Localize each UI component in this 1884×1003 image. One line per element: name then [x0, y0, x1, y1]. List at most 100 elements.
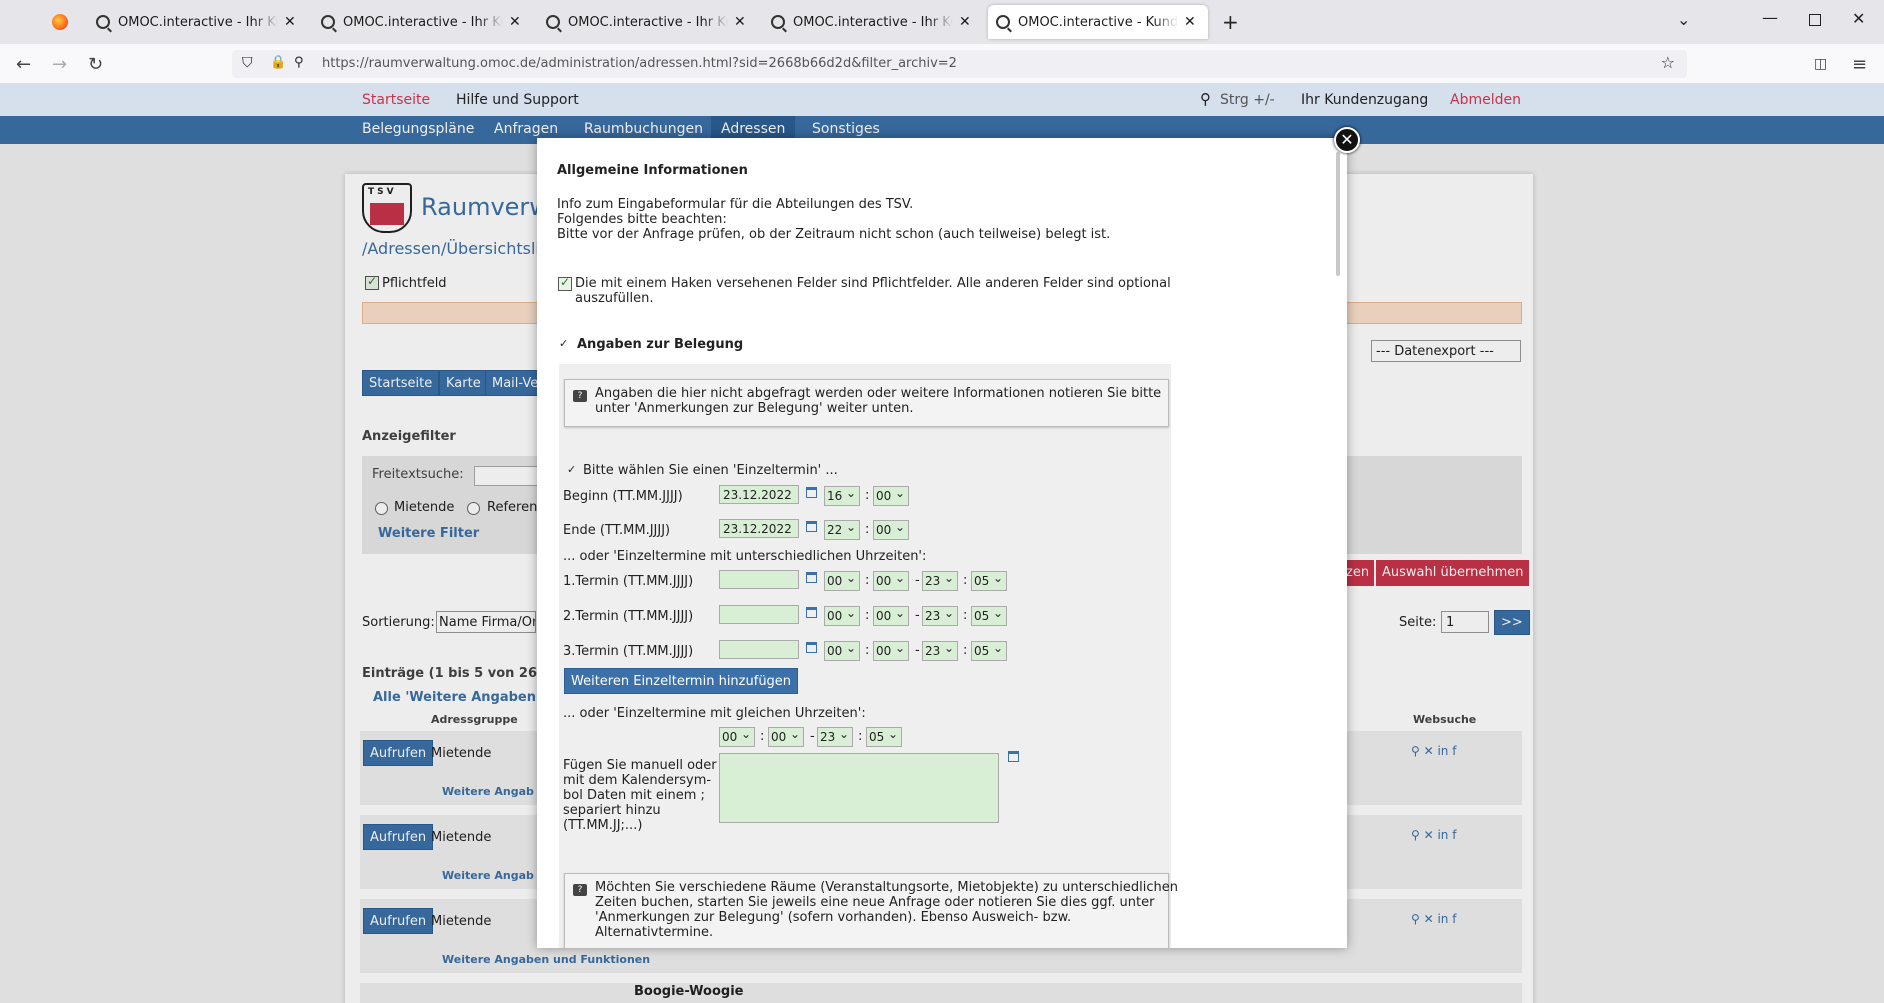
term-hour-to[interactable]: 23: [922, 606, 958, 626]
begin-date-input[interactable]: 23.12.2022: [719, 485, 799, 504]
begin-label: Beginn (TT.MM.JJJJ): [563, 489, 683, 504]
term-date-input[interactable]: [719, 570, 799, 589]
time-colon: :: [865, 522, 870, 537]
new-tab-icon[interactable]: +: [1222, 10, 1239, 34]
time-colon: :: [963, 643, 968, 658]
time-colon: :: [963, 573, 968, 588]
range-dash: -: [915, 608, 920, 623]
url-bar[interactable]: ⛉ 🔒 ⚲ https://raumverwaltung.omoc.de/adm…: [232, 50, 1687, 78]
tab-title: OMOC.interactive - Kundenzugang: [1018, 14, 1178, 30]
term-label: 2.Termin (TT.MM.JJJJ): [563, 609, 694, 624]
info-line: Bitte vor der Anfrage prüfen, ob der Zei…: [557, 227, 1111, 242]
begin-minute-select[interactable]: 00: [873, 486, 909, 506]
term-minute-to[interactable]: 05: [971, 571, 1007, 591]
site-top-bar: Startseite Hilfe und Support ⚲ Strg +/- …: [0, 84, 1884, 116]
term-label: 1.Termin (TT.MM.JJJJ): [563, 574, 694, 589]
search-icon[interactable]: ⚲: [1200, 90, 1211, 108]
pocket-icon[interactable]: ◫: [1814, 56, 1827, 72]
hint-text: Alternativtermine.: [595, 925, 714, 940]
info-line: Info zum Eingabeformular für die Abteilu…: [557, 197, 914, 212]
required-checkbox-icon: [558, 275, 572, 291]
lock-icon[interactable]: 🔒: [270, 55, 286, 70]
maximize-icon[interactable]: [1809, 14, 1821, 26]
browser-tab[interactable]: OMOC.interactive - Ihr Kundenzugang ✕: [321, 5, 521, 39]
manual-label: bol Daten mit einem ;: [563, 788, 705, 803]
end-hour-select[interactable]: 22: [824, 520, 860, 540]
end-date-input[interactable]: 23.12.2022: [719, 519, 799, 538]
shield-icon[interactable]: ⛉: [242, 55, 253, 71]
same-heading: ... oder 'Einzeltermine mit gleichen Uhr…: [563, 706, 866, 721]
tab-title: OMOC.interactive - Ihr Kundenzugang: [343, 14, 503, 30]
section-heading[interactable]: Angaben zur Belegung: [577, 337, 743, 352]
same-minute-to[interactable]: 05: [866, 727, 902, 747]
modal-heading: Allgemeine Informationen: [557, 163, 748, 178]
dates-textarea[interactable]: [719, 753, 999, 823]
hint-text: Möchten Sie verschiedene Räume (Veransta…: [595, 880, 1178, 895]
tab-list-icon[interactable]: ⌄: [1677, 10, 1690, 29]
browser-tab[interactable]: OMOC.interactive - Ihr Kundenzugang ✕: [771, 5, 971, 39]
menu-icon[interactable]: ≡: [1852, 54, 1867, 75]
term-minute-to[interactable]: 05: [971, 606, 1007, 626]
begin-hour-select[interactable]: 16: [824, 486, 860, 506]
modal-close-button[interactable]: ✕: [1334, 127, 1360, 153]
hint-box: ? Angaben die hier nicht abgefragt werde…: [564, 379, 1169, 427]
account-link[interactable]: Ihr Kundenzugang: [1301, 92, 1428, 108]
calendar-icon[interactable]: [806, 521, 817, 532]
calendar-icon[interactable]: [806, 642, 817, 653]
tab-title: OMOC.interactive - Ihr Kundenzugang: [118, 14, 278, 30]
zoom-hint: Strg +/-: [1220, 92, 1275, 108]
calendar-icon[interactable]: [806, 607, 817, 618]
topbar-help-link[interactable]: Hilfe und Support: [456, 92, 579, 108]
tab-close-icon[interactable]: ✕: [509, 14, 521, 30]
range-dash: -: [915, 573, 920, 588]
add-term-button[interactable]: Weiteren Einzeltermin hinzufügen: [564, 668, 799, 694]
browser-tab-active[interactable]: OMOC.interactive - Kundenzugang ✕: [988, 5, 1208, 39]
calendar-icon[interactable]: [806, 572, 817, 583]
time-colon: :: [865, 643, 870, 658]
time-colon: :: [963, 608, 968, 623]
term-hour-from[interactable]: 00: [824, 606, 860, 626]
single-heading: Bitte wählen Sie einen 'Einzeltermin' ..…: [583, 463, 838, 478]
calendar-icon[interactable]: [1008, 751, 1019, 762]
bookmark-star-icon[interactable]: ☆: [1661, 53, 1675, 72]
term-minute-to[interactable]: 05: [971, 641, 1007, 661]
term-minute-from[interactable]: 00: [873, 606, 909, 626]
end-minute-select[interactable]: 00: [873, 520, 909, 540]
modal-scrollbar[interactable]: [1336, 152, 1340, 276]
info-modal: Allgemeine Informationen Info zum Eingab…: [537, 138, 1347, 948]
back-icon[interactable]: ←: [16, 54, 31, 75]
tab-favicon-icon: [546, 15, 560, 29]
window-close-icon[interactable]: ✕: [1852, 9, 1865, 28]
logout-link[interactable]: Abmelden: [1450, 92, 1521, 108]
tab-close-icon[interactable]: ✕: [284, 14, 296, 30]
term-minute-from[interactable]: 00: [873, 641, 909, 661]
term-date-input[interactable]: [719, 640, 799, 659]
manual-label: (TT.MM.JJ;...): [563, 818, 643, 833]
reload-icon[interactable]: ↻: [88, 54, 103, 75]
tab-favicon-icon: [96, 15, 110, 29]
firefox-icon[interactable]: [52, 14, 68, 30]
manual-label: separiert hinzu: [563, 803, 661, 818]
minimize-icon[interactable]: —: [1762, 8, 1778, 27]
same-hour-from[interactable]: 00: [719, 727, 755, 747]
topbar-home-link[interactable]: Startseite: [362, 92, 430, 108]
term-minute-from[interactable]: 00: [873, 571, 909, 591]
calendar-icon[interactable]: [806, 487, 817, 498]
browser-tab[interactable]: OMOC.interactive - Ihr Kundenzugang ✕: [546, 5, 746, 39]
term-hour-from[interactable]: 00: [824, 571, 860, 591]
chevron-down-icon[interactable]: ✓: [559, 337, 568, 350]
term-hour-to[interactable]: 23: [922, 571, 958, 591]
browser-tab[interactable]: OMOC.interactive - Ihr Kundenzugang ✕: [96, 5, 296, 39]
forward-icon[interactable]: →: [52, 54, 67, 75]
permissions-icon[interactable]: ⚲: [294, 55, 304, 70]
info-line: Folgendes bitte beachten:: [557, 212, 727, 227]
same-hour-to[interactable]: 23: [817, 727, 853, 747]
term-date-input[interactable]: [719, 605, 799, 624]
same-minute-from[interactable]: 00: [768, 727, 804, 747]
info-bubble-icon: ?: [573, 884, 587, 896]
tab-close-icon[interactable]: ✕: [959, 14, 971, 30]
tab-close-icon[interactable]: ✕: [1184, 14, 1196, 30]
term-hour-to[interactable]: 23: [922, 641, 958, 661]
term-hour-from[interactable]: 00: [824, 641, 860, 661]
tab-close-icon[interactable]: ✕: [734, 14, 746, 30]
